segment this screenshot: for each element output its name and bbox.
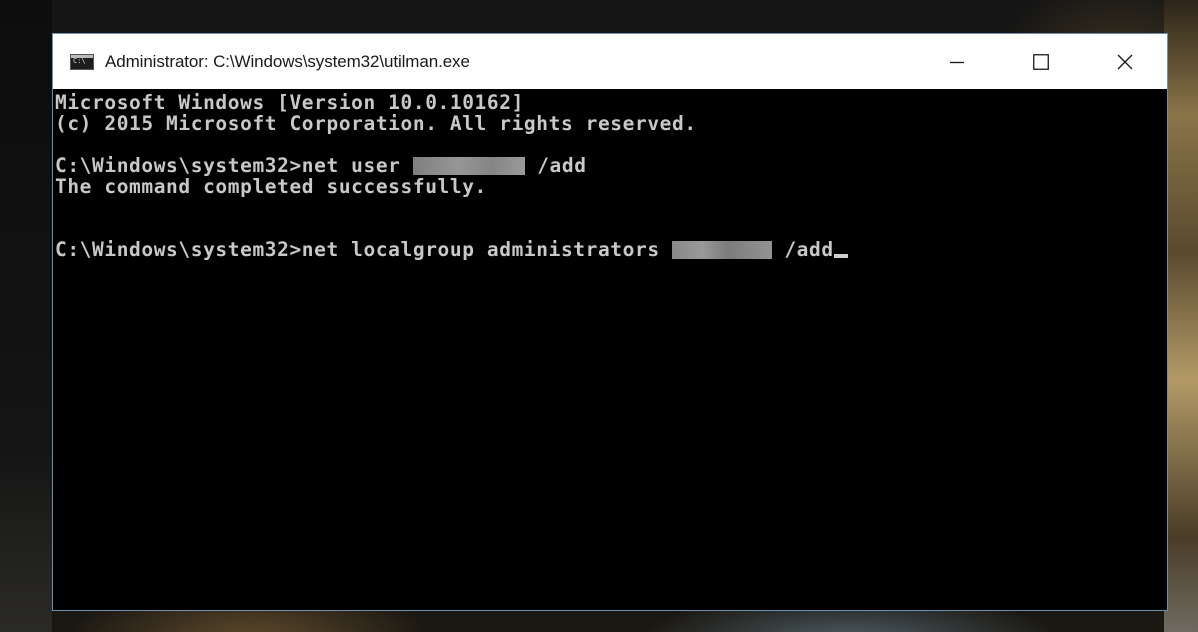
icon-glyph: C:\ bbox=[73, 57, 86, 65]
cmd-console-icon[interactable]: C:\ bbox=[70, 53, 94, 70]
maximize-button[interactable] bbox=[999, 34, 1083, 89]
console-output-area[interactable]: Microsoft Windows [Version 10.0.10162] (… bbox=[53, 89, 1167, 610]
icon-title-strip bbox=[71, 54, 93, 58]
console-window[interactable]: C:\ Administrator: C:\Windows\system32\u… bbox=[52, 33, 1168, 611]
version-line: Microsoft Windows [Version 10.0.10162] bbox=[55, 91, 524, 114]
command-line-localgroup[interactable]: C:\Windows\system32>net localgroup admin… bbox=[55, 239, 1167, 260]
blank-lines bbox=[55, 197, 1167, 239]
desktop-background-right bbox=[1164, 0, 1198, 632]
minimize-icon bbox=[950, 61, 964, 63]
redacted-username bbox=[412, 157, 525, 175]
maximize-icon bbox=[1033, 53, 1049, 70]
text-cursor bbox=[833, 254, 848, 258]
command-text: C:\Windows\system32>net localgroup admin… bbox=[55, 238, 672, 261]
command-flag: /add bbox=[772, 238, 834, 261]
command-output-line: The command completed successfully. bbox=[55, 175, 487, 198]
close-icon bbox=[1117, 54, 1133, 69]
close-button[interactable] bbox=[1083, 34, 1167, 89]
command-line-net-user: C:\Windows\system32>net user /add bbox=[55, 155, 1167, 176]
window-controls bbox=[915, 34, 1167, 89]
command-flag: /add bbox=[524, 154, 587, 177]
copyright-line: (c) 2015 Microsoft Corporation. All righ… bbox=[55, 112, 697, 135]
desktop-background-left bbox=[0, 0, 52, 632]
window-title: Administrator: C:\Windows\system32\utilm… bbox=[105, 51, 470, 71]
redacted-username bbox=[672, 241, 772, 259]
minimize-button[interactable] bbox=[915, 34, 999, 89]
command-text: C:\Windows\system32>net user bbox=[55, 154, 413, 177]
title-bar[interactable]: C:\ Administrator: C:\Windows\system32\u… bbox=[53, 34, 1167, 89]
